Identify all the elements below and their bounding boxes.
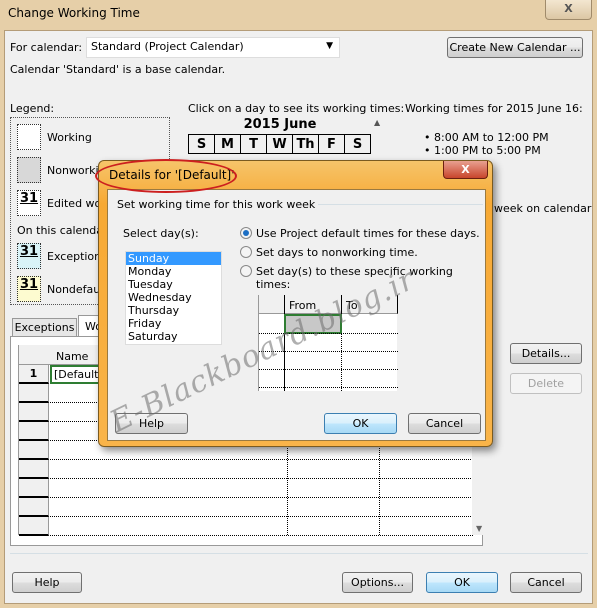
edited-swatch: 31 [17, 190, 41, 216]
legend-edited: Edited wo [47, 197, 102, 210]
working-time-text: 8:00 AM to 12:00 PM [434, 131, 549, 144]
scroll-down-icon[interactable]: ▼ [476, 524, 482, 533]
working-time-text: 1:00 PM to 5:00 PM [434, 144, 541, 157]
day-header: S [188, 134, 215, 154]
details-close-button[interactable]: X [443, 161, 488, 179]
highlight-circle [95, 159, 237, 193]
nondefault-swatch: 31 [17, 276, 41, 302]
nonworking-swatch [17, 157, 41, 183]
details-cancel-button[interactable]: Cancel [408, 413, 481, 434]
day-option[interactable]: Saturday [126, 330, 221, 343]
days-listbox[interactable]: Sunday Monday Tuesday Wednesday Thursday… [125, 251, 222, 345]
working-swatch [17, 124, 41, 150]
day-header: F [318, 134, 345, 154]
legend-nondefault: Nondefau [47, 283, 101, 296]
calendar-select-value: Standard (Project Calendar) [91, 40, 244, 53]
day-option[interactable]: Monday [126, 265, 221, 278]
day-option[interactable]: Friday [126, 317, 221, 330]
calendar-select[interactable]: Standard (Project Calendar) ▼ [86, 37, 340, 58]
legend-working: Working [47, 131, 92, 144]
day-header: M [214, 134, 241, 154]
day-header: W [266, 134, 293, 154]
for-calendar-label: For calendar: [10, 41, 83, 54]
window-title: Change Working Time [8, 6, 140, 20]
day-option[interactable]: Sunday [126, 252, 221, 265]
day-header: S [344, 134, 371, 154]
calendar-grid[interactable]: S M T W Th F S [188, 134, 371, 154]
day-header: T [240, 134, 267, 154]
chevron-down-icon: ▼ [326, 41, 333, 51]
base-calendar-note: Calendar 'Standard' is a base calendar. [10, 63, 226, 76]
day-option[interactable]: Tuesday [126, 278, 221, 291]
legend-exception: Exception [47, 250, 102, 263]
work-week-note: week on calendar [494, 202, 592, 215]
working-time-1: • 8:00 AM to 12:00 PM [424, 131, 549, 144]
radio-specific-times[interactable] [240, 265, 252, 277]
day-header: Th [292, 134, 319, 154]
radio-nonworking[interactable] [240, 246, 252, 258]
radio-default-times[interactable] [240, 227, 252, 239]
column-name-header: Name [56, 350, 89, 363]
help-button[interactable]: Help [12, 572, 82, 593]
legend-label: Legend: [10, 102, 55, 115]
ok-button[interactable]: OK [426, 572, 498, 593]
scroll-up-icon[interactable]: ▲ [374, 118, 380, 127]
create-new-calendar-button[interactable]: Create New Calendar ... [447, 37, 583, 58]
day-option[interactable]: Thursday [126, 304, 221, 317]
calendar-instruction: Click on a day to see its working times: [188, 102, 405, 115]
exception-swatch: 31 [17, 243, 41, 269]
cancel-button[interactable]: Cancel [510, 572, 582, 593]
legend-on-this-calendar: On this calendar: [17, 224, 112, 237]
option-nonworking-label: Set days to nonworking time. [256, 246, 418, 259]
option-default-times-label: Use Project default times for these days… [256, 227, 480, 240]
working-times-title: Working times for 2015 June 16: [405, 102, 583, 115]
delete-button[interactable]: Delete [510, 373, 582, 394]
group-label: Set working time for this work week [117, 198, 316, 211]
options-button[interactable]: Options... [342, 572, 413, 593]
day-option[interactable]: Wednesday [126, 291, 221, 304]
window-close-button[interactable]: X [545, 0, 592, 20]
tab-exceptions[interactable]: Exceptions [12, 318, 77, 337]
working-time-2: • 1:00 PM to 5:00 PM [424, 144, 541, 157]
details-button[interactable]: Details... [510, 343, 582, 364]
select-days-label: Select day(s): [123, 227, 199, 240]
calendar-month: 2015 June [243, 117, 317, 132]
row-number: 1 [19, 365, 49, 384]
details-ok-button[interactable]: OK [324, 413, 397, 434]
